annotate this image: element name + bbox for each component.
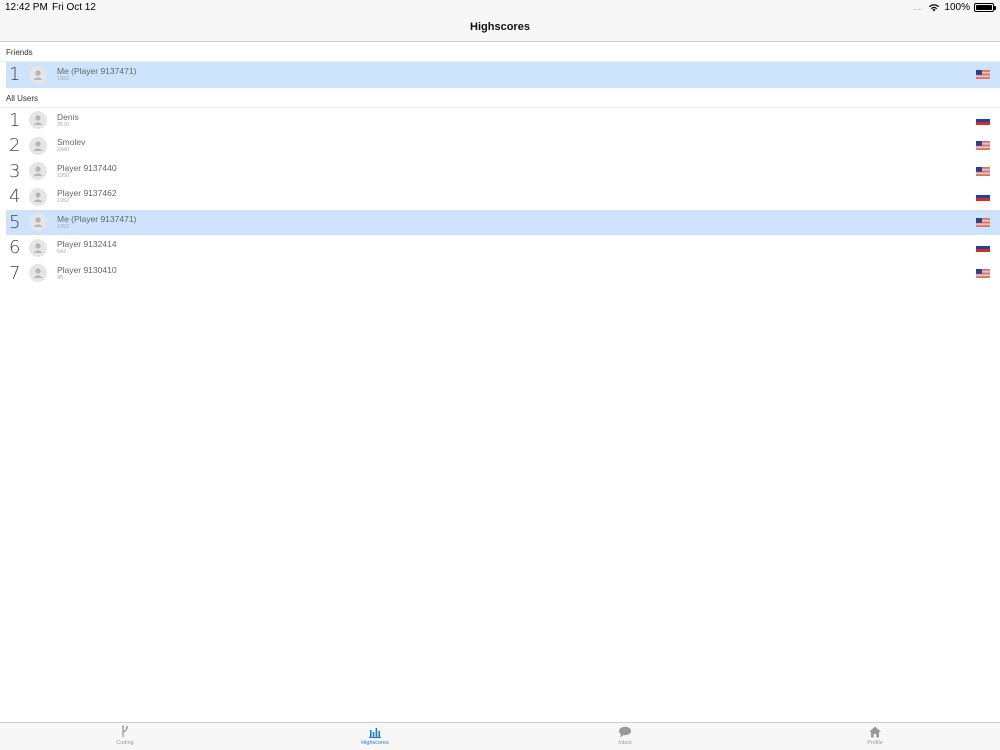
status-bar: 12:42 PM Fri Oct 12 .... 100% — [0, 0, 1000, 16]
usa-flag-icon — [976, 217, 990, 227]
usa-flag-icon — [976, 166, 990, 176]
player-score: 45 — [57, 274, 64, 281]
player-score: 1950 — [57, 172, 70, 179]
rank-number: 1 — [9, 64, 21, 86]
home-icon — [869, 726, 881, 738]
player-name: Player 9137440 — [57, 162, 117, 173]
user-icon — [33, 243, 43, 253]
player-name: Smolev — [57, 137, 86, 148]
usa-flag-icon — [976, 268, 990, 278]
section-header-all-users: All Users — [0, 88, 1000, 108]
friends-rows: 1 Me (Player 9137471) 1952 — [0, 62, 1000, 88]
player-score: 642 — [57, 249, 67, 256]
score-row[interactable]: 2 Smolev 2440 — [6, 133, 1000, 159]
rank-number: 6 — [9, 237, 21, 259]
rank-number: 4 — [9, 186, 21, 208]
player-name: Me (Player 9137471) — [57, 213, 137, 224]
score-row[interactable]: 5 Me (Player 9137471) 1952 — [6, 209, 1000, 235]
tab-highscores[interactable]: Highscores — [345, 725, 405, 746]
avatar — [29, 213, 47, 232]
player-info: Player 9137462 1952 — [57, 188, 117, 205]
russia-flag-icon — [976, 192, 990, 201]
page-title: Highscores — [470, 21, 530, 33]
score-row[interactable]: 3 Player 9137440 1950 — [6, 159, 1000, 185]
battery-percent: 100% — [944, 2, 970, 13]
russia-flag-icon — [976, 243, 990, 252]
avatar — [29, 187, 47, 206]
all-users-rows: 1 Denis 3570 2 Smolev 2440 3 Player 9137440 1950… — [0, 108, 1000, 287]
player-info: Denis 3570 — [57, 112, 79, 129]
russia-flag-icon — [976, 115, 990, 125]
player-info: Me (Player 9137471) 1952 — [57, 66, 136, 83]
usa-flag-icon — [976, 141, 990, 150]
avatar — [29, 162, 47, 181]
player-info: Me (Player 9137471) 1952 — [57, 214, 136, 231]
wifi-icon — [929, 4, 940, 12]
player-name: Me (Player 9137471) — [57, 66, 137, 77]
player-name: Denis — [57, 111, 79, 122]
player-info: Player 9137440 1950 — [57, 163, 117, 180]
status-date: Fri Oct 12 — [52, 2, 96, 13]
tab-label: Coding — [116, 740, 134, 746]
tab-coding[interactable]: Coding — [95, 725, 155, 746]
player-score: 3570 — [57, 121, 70, 128]
player-score: 2440 — [57, 147, 70, 154]
avatar — [29, 111, 47, 130]
rank-number: 1 — [9, 109, 21, 131]
score-row[interactable]: 4 Player 9137462 1952 — [6, 184, 1000, 210]
avatar — [29, 238, 47, 257]
score-row[interactable]: 1 Denis 3570 — [6, 108, 1000, 134]
battery-icon — [974, 3, 996, 12]
score-row[interactable]: 1 Me (Player 9137471) 1952 — [6, 62, 1000, 88]
player-info: Smolev 2440 — [57, 137, 85, 154]
tab-label: Highscores — [361, 740, 389, 746]
user-icon — [33, 115, 43, 126]
player-name: Player 9130410 — [57, 264, 117, 275]
user-icon — [33, 166, 43, 177]
battery-level — [976, 5, 992, 10]
player-score: 1952 — [57, 76, 70, 83]
user-icon — [33, 217, 43, 228]
section-header-friends: Friends — [0, 42, 1000, 62]
branch-icon — [122, 725, 128, 737]
signal-icon: .... — [913, 3, 923, 12]
player-info: Player 9132414 642 — [57, 239, 117, 256]
player-name: Player 9137462 — [57, 188, 117, 199]
tab-inbox[interactable]: Inbox — [595, 725, 655, 746]
navigation-bar: Highscores — [0, 16, 1000, 42]
player-score: 1952 — [57, 198, 70, 205]
tab-bar: Coding Highscores Inbox Profile — [0, 722, 1000, 750]
score-row[interactable]: 6 Player 9132414 642 — [6, 235, 1000, 261]
tab-label: Inbox — [618, 740, 632, 746]
user-icon — [33, 70, 43, 80]
rank-number: 5 — [9, 211, 21, 233]
tab-label: Profile — [867, 740, 883, 746]
tab-profile[interactable]: Profile — [845, 725, 905, 746]
rank-number: 7 — [9, 262, 21, 284]
rank-number: 2 — [9, 135, 21, 157]
player-info: Player 9130410 45 — [57, 265, 117, 282]
rank-number: 3 — [9, 160, 21, 182]
user-icon — [33, 268, 43, 279]
avatar — [29, 65, 47, 84]
score-row[interactable]: 7 Player 9130410 45 — [6, 261, 1000, 287]
usa-flag-icon — [976, 70, 990, 79]
user-icon — [33, 192, 43, 202]
status-indicators: .... 100% — [913, 2, 996, 13]
highscores-list: Friends 1 Me (Player 9137471) 1952 All Use… — [0, 42, 1000, 286]
bar-chart-icon — [369, 728, 381, 738]
player-name: Player 9132414 — [57, 239, 117, 250]
status-time: 12:42 PM — [5, 2, 48, 13]
player-score: 1952 — [57, 223, 70, 230]
user-icon — [33, 141, 43, 151]
chat-bubble-icon — [619, 726, 631, 738]
avatar — [29, 264, 47, 283]
avatar — [29, 136, 47, 155]
